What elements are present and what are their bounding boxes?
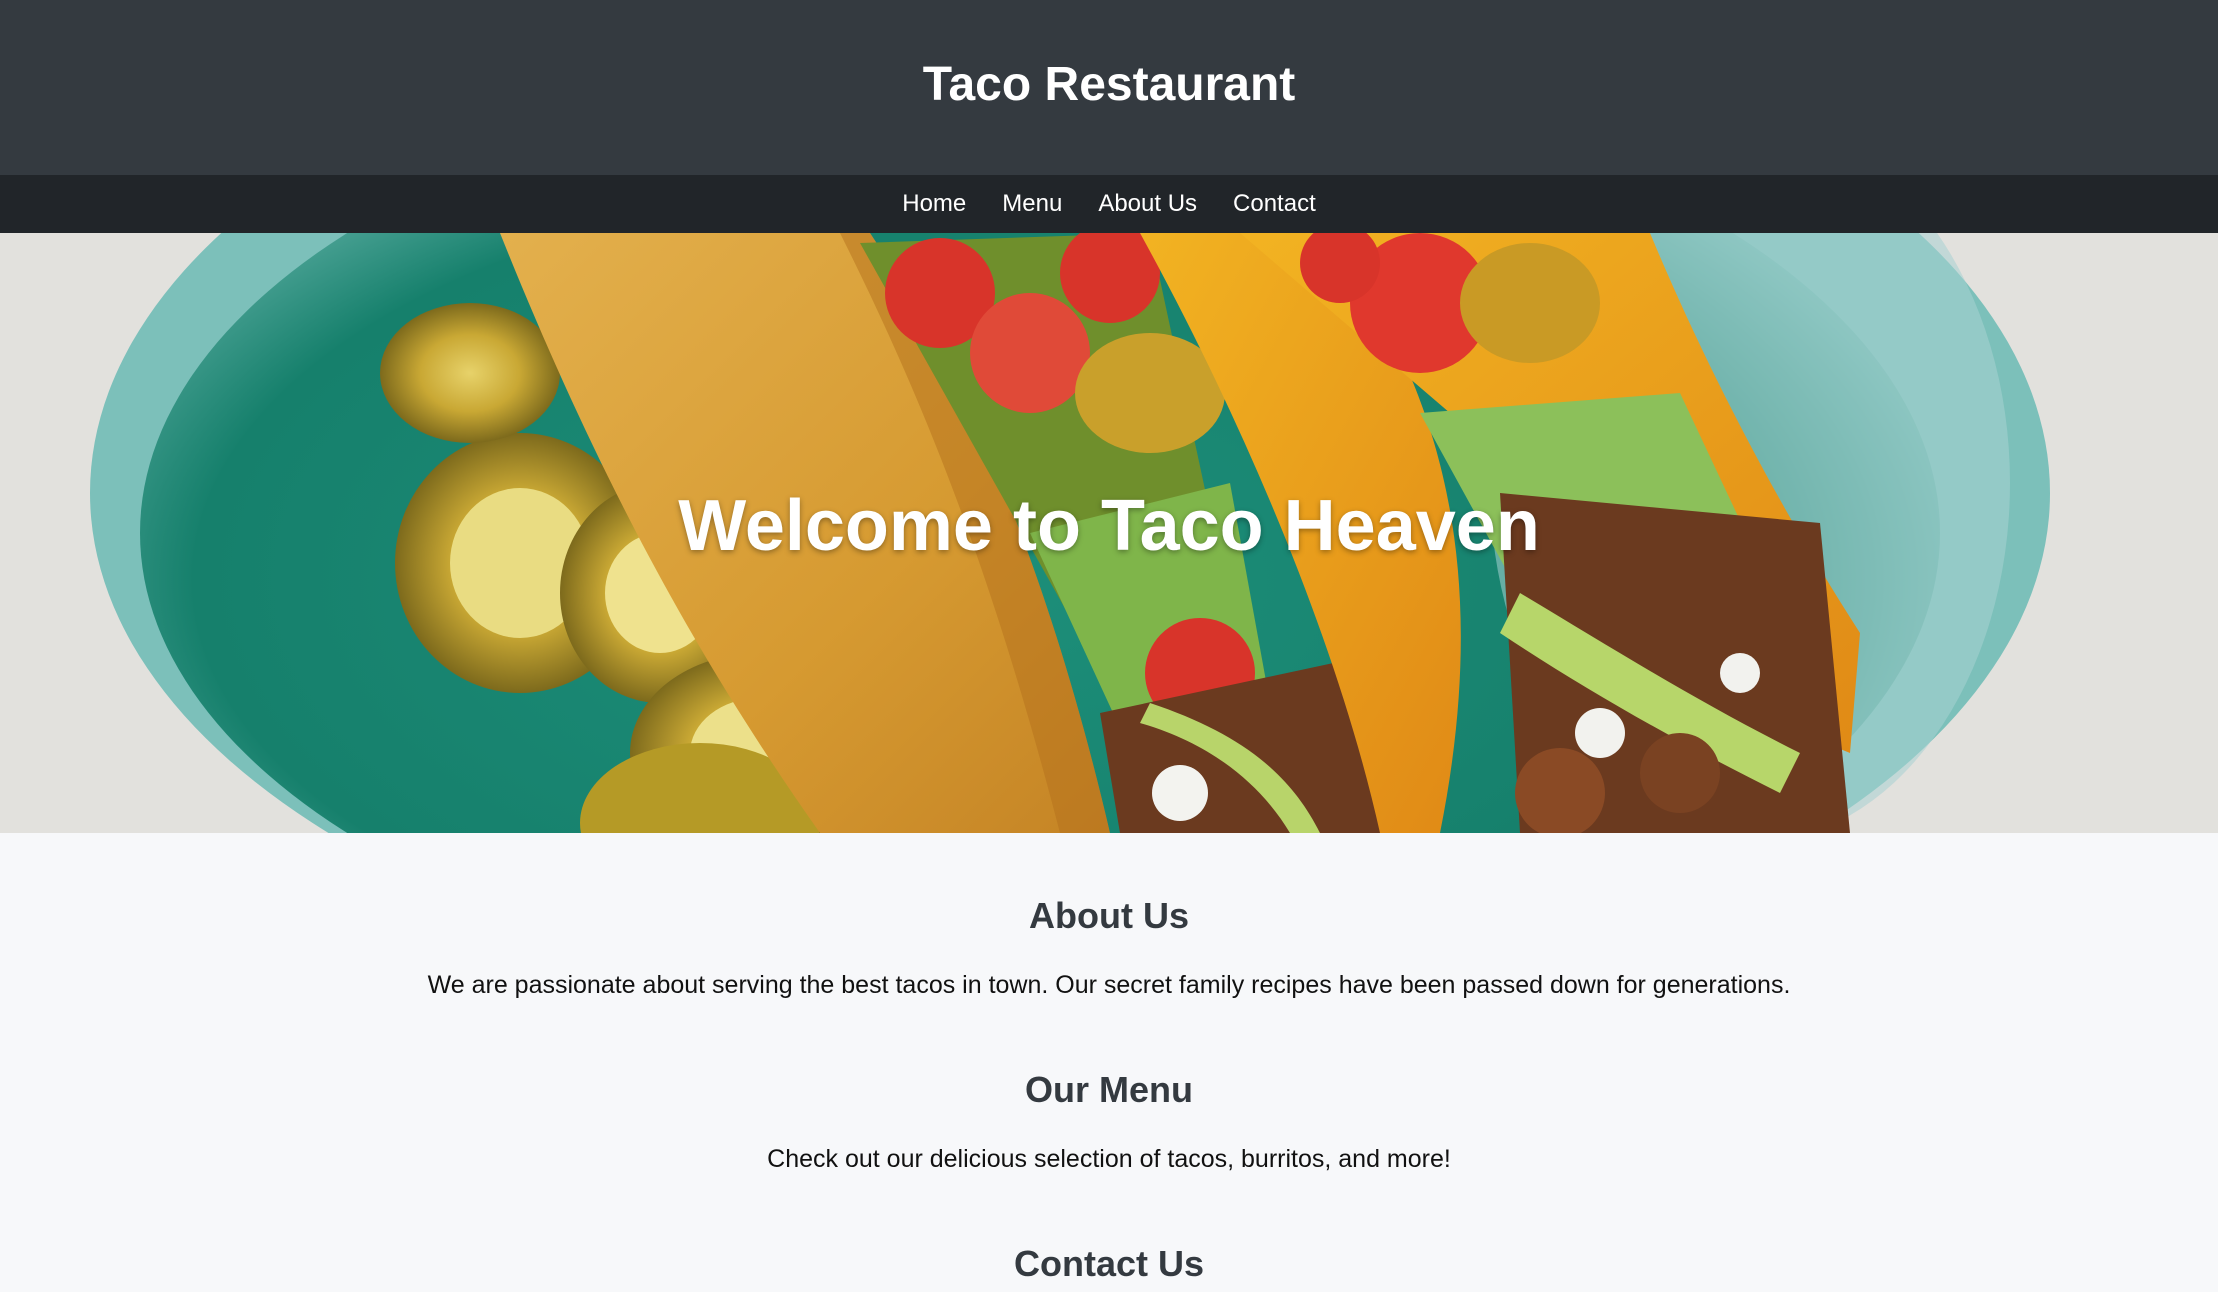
site-title: Taco Restaurant <box>922 58 1296 111</box>
main-content: About Us We are passionate about serving… <box>0 833 2218 1292</box>
main-nav: Home Menu About Us Contact <box>0 175 2218 233</box>
hero-title: Welcome to Taco Heaven <box>678 486 1540 566</box>
menu-text: Check out our delicious selection of tac… <box>767 1145 1451 1173</box>
hero-banner: Welcome to Taco Heaven <box>0 233 2218 833</box>
about-heading: About Us <box>1029 895 1189 936</box>
nav-link-about-us[interactable]: About Us <box>1098 190 1197 218</box>
nav-link-contact[interactable]: Contact <box>1233 190 1316 218</box>
nav-link-home[interactable]: Home <box>902 190 966 218</box>
nav-link-menu[interactable]: Menu <box>1002 190 1062 218</box>
contact-heading: Contact Us <box>1013 1243 1205 1284</box>
about-text: We are passionate about serving the best… <box>427 971 1791 999</box>
site-header: Taco Restaurant <box>0 0 2218 175</box>
menu-heading: Our Menu <box>1025 1069 1193 1110</box>
